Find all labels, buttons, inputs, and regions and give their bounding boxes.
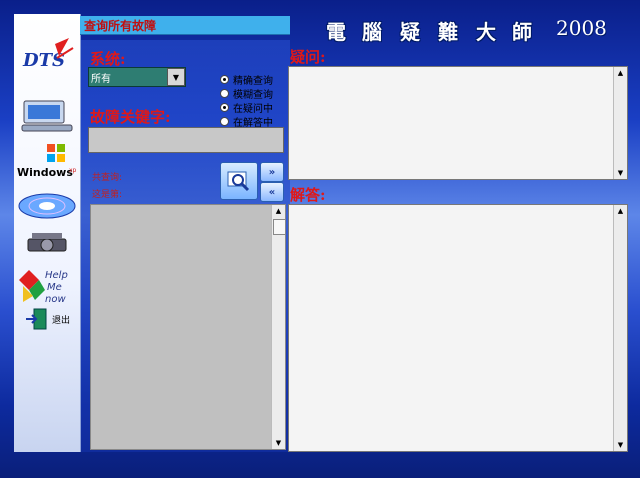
search-button[interactable] (220, 162, 258, 200)
radio-in-question[interactable]: 在疑问中 (220, 100, 273, 115)
scroll-up-icon[interactable]: ▲ (272, 205, 285, 217)
prev-icon: « (268, 186, 276, 198)
svg-text:now: now (45, 294, 66, 305)
keyword-label: 故障关键字: (90, 108, 171, 126)
prev-button[interactable]: « (260, 182, 284, 202)
gear-device-icon[interactable] (16, 226, 78, 262)
question-scrollbar[interactable]: ▲ ▼ (613, 67, 627, 179)
system-select[interactable]: 所有 ▼ (88, 67, 186, 87)
svg-text:Help: Help (45, 270, 68, 281)
app-title: 電 腦 疑 難 大 師 2008 (316, 14, 636, 44)
scroll-up-icon[interactable]: ▲ (614, 205, 627, 217)
radio-exact[interactable]: 精确查询 (220, 72, 273, 87)
system-label: 系统: (90, 50, 126, 68)
radio-fuzzy-label: 模糊查询 (233, 90, 273, 101)
svg-text:Windows: Windows (17, 166, 73, 179)
result-list[interactable]: ▲ ▼ (90, 204, 286, 450)
title-char-4: 難 (438, 20, 458, 44)
title-char-6: 師 (512, 20, 532, 44)
question-textarea[interactable]: ▲ ▼ (288, 66, 628, 180)
exit-button[interactable]: 退出 (16, 306, 78, 332)
question-label: 疑问: (290, 48, 326, 66)
result-list-scrollbar[interactable]: ▲ ▼ (271, 205, 286, 449)
sidebar: DTS Windows xp Help Me now 退出 (14, 14, 81, 452)
answer-scrollbar[interactable]: ▲ ▼ (613, 205, 627, 451)
radio-in-question-label: 在疑问中 (233, 104, 273, 115)
chevron-down-icon[interactable]: ▼ (167, 68, 185, 86)
radio-dot-icon (220, 75, 229, 84)
scroll-up-icon[interactable]: ▲ (614, 67, 627, 79)
query-all-label: 查询所有故障 (84, 19, 157, 33)
radio-dot-icon (220, 117, 229, 126)
current-label: 这是第: (92, 190, 123, 200)
title-year: 2008 (556, 16, 607, 40)
answer-textarea[interactable]: ▲ ▼ (288, 204, 628, 452)
title-char-2: 腦 (362, 20, 382, 44)
total-label: 共查询: (92, 173, 123, 183)
exit-label: 退出 (51, 315, 70, 326)
scroll-down-icon[interactable]: ▼ (272, 437, 285, 449)
radio-exact-label: 精确查询 (233, 76, 273, 87)
help-me-now-icon[interactable]: Help Me now (16, 264, 78, 308)
search-icon (227, 171, 250, 192)
query-all-button[interactable]: 查询所有故障 (80, 16, 290, 35)
windows-xp-icon[interactable]: Windows xp (16, 140, 78, 184)
computer-icon[interactable] (16, 96, 78, 136)
svg-text:xp: xp (69, 167, 77, 174)
radio-dot-icon (220, 103, 229, 112)
disc-icon[interactable] (16, 186, 78, 226)
title-char-1: 電 (326, 20, 346, 44)
exit-icon (25, 308, 47, 330)
radio-fuzzy[interactable]: 模糊查询 (220, 86, 273, 101)
next-button[interactable]: » (260, 162, 284, 182)
scroll-down-icon[interactable]: ▼ (614, 439, 627, 451)
radio-dot-icon (220, 89, 229, 98)
title-char-3: 疑 (400, 20, 420, 44)
keyword-input[interactable] (88, 127, 284, 153)
scroll-down-icon[interactable]: ▼ (614, 167, 627, 179)
next-icon: » (268, 166, 276, 178)
scroll-thumb[interactable] (273, 219, 286, 235)
system-select-value: 所有 (91, 74, 111, 85)
answer-label: 解答: (290, 186, 326, 204)
svg-text:Me: Me (47, 282, 62, 293)
title-char-5: 大 (476, 20, 496, 44)
dts-logo[interactable]: DTS (16, 34, 78, 78)
